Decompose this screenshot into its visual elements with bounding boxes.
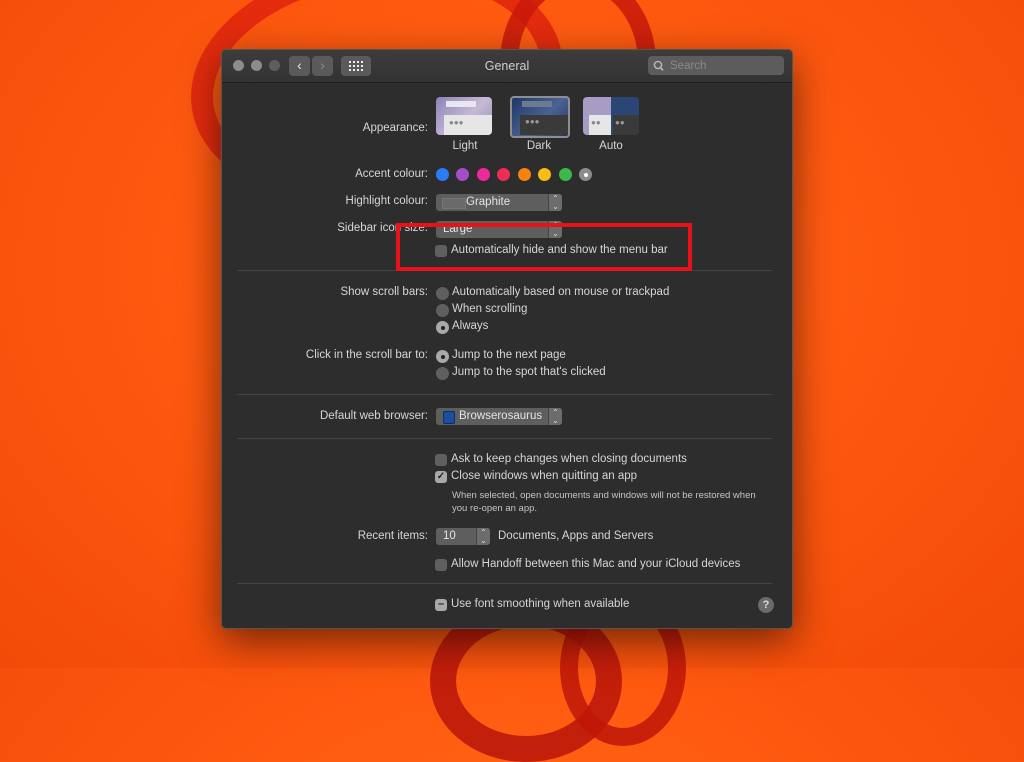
handoff-label: Allow Handoff between this Mac and your …	[451, 558, 741, 570]
accent-purple-swatch[interactable]	[456, 168, 469, 181]
highlight-colour-value: Graphite	[466, 196, 511, 208]
updown-chevron-icon: ⌃ ⌄	[548, 194, 562, 211]
selected-indicator-icon	[583, 172, 588, 177]
default-browser-label: Default web browser:	[319, 410, 428, 422]
mixed-state-icon: –	[437, 598, 445, 610]
recent-items-suffix: Documents, Apps and Servers	[498, 530, 654, 542]
default-browser-popup[interactable]: Browserosaurus ⌃ ⌄	[436, 408, 562, 425]
close-windows-note: When selected, open documents and window…	[452, 490, 756, 514]
appearance-dark-label: Dark	[526, 140, 552, 152]
accent-graphite-swatch[interactable]	[579, 168, 592, 181]
highlight-colour-label: Highlight colour:	[345, 195, 428, 207]
appearance-light-label: Light	[452, 140, 478, 152]
appearance-dark-thumb[interactable]: ●●●	[510, 96, 570, 138]
appearance-auto-thumb[interactable]: ●● ●●	[583, 97, 639, 135]
scroll-bars-when-scrolling-radio[interactable]	[436, 304, 449, 317]
font-smoothing-checkbox[interactable]: –	[435, 599, 447, 611]
appearance-light-thumb[interactable]: ●●●	[436, 97, 492, 135]
close-windows-checkbox[interactable]: ✓	[435, 471, 447, 483]
divider	[237, 438, 772, 439]
accent-orange-swatch[interactable]	[518, 168, 531, 181]
accent-blue-swatch[interactable]	[436, 168, 449, 181]
jump-spot-clicked-radio[interactable]	[436, 367, 449, 380]
annotation-highlight-box	[396, 223, 692, 271]
default-browser-value: Browserosaurus	[459, 410, 543, 422]
search-icon	[653, 60, 664, 71]
ask-keep-changes-label: Ask to keep changes when closing documen…	[451, 453, 687, 465]
scroll-bars-auto-label: Automatically based on mouse or trackpad	[452, 286, 670, 298]
accent-yellow-swatch[interactable]	[538, 168, 551, 181]
jump-next-page-label: Jump to the next page	[452, 349, 566, 361]
handoff-checkbox[interactable]	[435, 559, 447, 571]
accent-green-swatch[interactable]	[559, 168, 572, 181]
checkmark-icon: ✓	[436, 471, 446, 482]
show-scroll-bars-label: Show scroll bars:	[340, 286, 428, 298]
accent-red-swatch[interactable]	[497, 168, 510, 181]
ask-keep-changes-checkbox[interactable]	[435, 454, 447, 466]
divider	[237, 583, 772, 584]
recent-items-label: Recent items:	[357, 530, 428, 542]
scroll-bars-auto-radio[interactable]	[436, 287, 449, 300]
title-bar: ‹ › General	[222, 50, 792, 83]
recent-items-popup[interactable]: 10 ⌃ ⌄	[436, 528, 490, 545]
highlight-colour-popup[interactable]: Graphite ⌃ ⌄	[436, 194, 562, 211]
font-smoothing-label: Use font smoothing when available	[451, 598, 630, 610]
scroll-bars-when-scrolling-label: When scrolling	[452, 303, 528, 315]
accent-colour-label: Accent colour:	[355, 168, 428, 180]
graphite-swatch-icon	[442, 198, 466, 209]
click-scroll-bar-label: Click in the scroll bar to:	[305, 349, 428, 361]
search-field[interactable]	[648, 56, 784, 75]
help-button[interactable]: ?	[758, 597, 774, 613]
jump-next-page-radio[interactable]	[436, 350, 449, 363]
jump-spot-clicked-label: Jump to the spot that's clicked	[452, 366, 606, 378]
close-windows-label: Close windows when quitting an app	[451, 470, 638, 482]
divider	[237, 394, 772, 395]
recent-items-value: 10	[443, 530, 456, 542]
question-mark-icon: ?	[762, 599, 770, 611]
search-input[interactable]	[668, 59, 780, 72]
accent-pink-swatch[interactable]	[477, 168, 490, 181]
scroll-bars-always-radio[interactable]	[436, 321, 449, 334]
updown-chevron-icon: ⌃ ⌄	[476, 528, 490, 545]
updown-chevron-icon: ⌃ ⌄	[548, 408, 562, 425]
appearance-auto-label: Auto	[599, 140, 623, 152]
preferences-window: ‹ › General Appearance: ●●●	[221, 49, 793, 629]
appearance-label: Appearance:	[362, 122, 428, 134]
scroll-bars-always-label: Always	[452, 320, 489, 332]
browserosaurus-app-icon	[443, 411, 455, 424]
